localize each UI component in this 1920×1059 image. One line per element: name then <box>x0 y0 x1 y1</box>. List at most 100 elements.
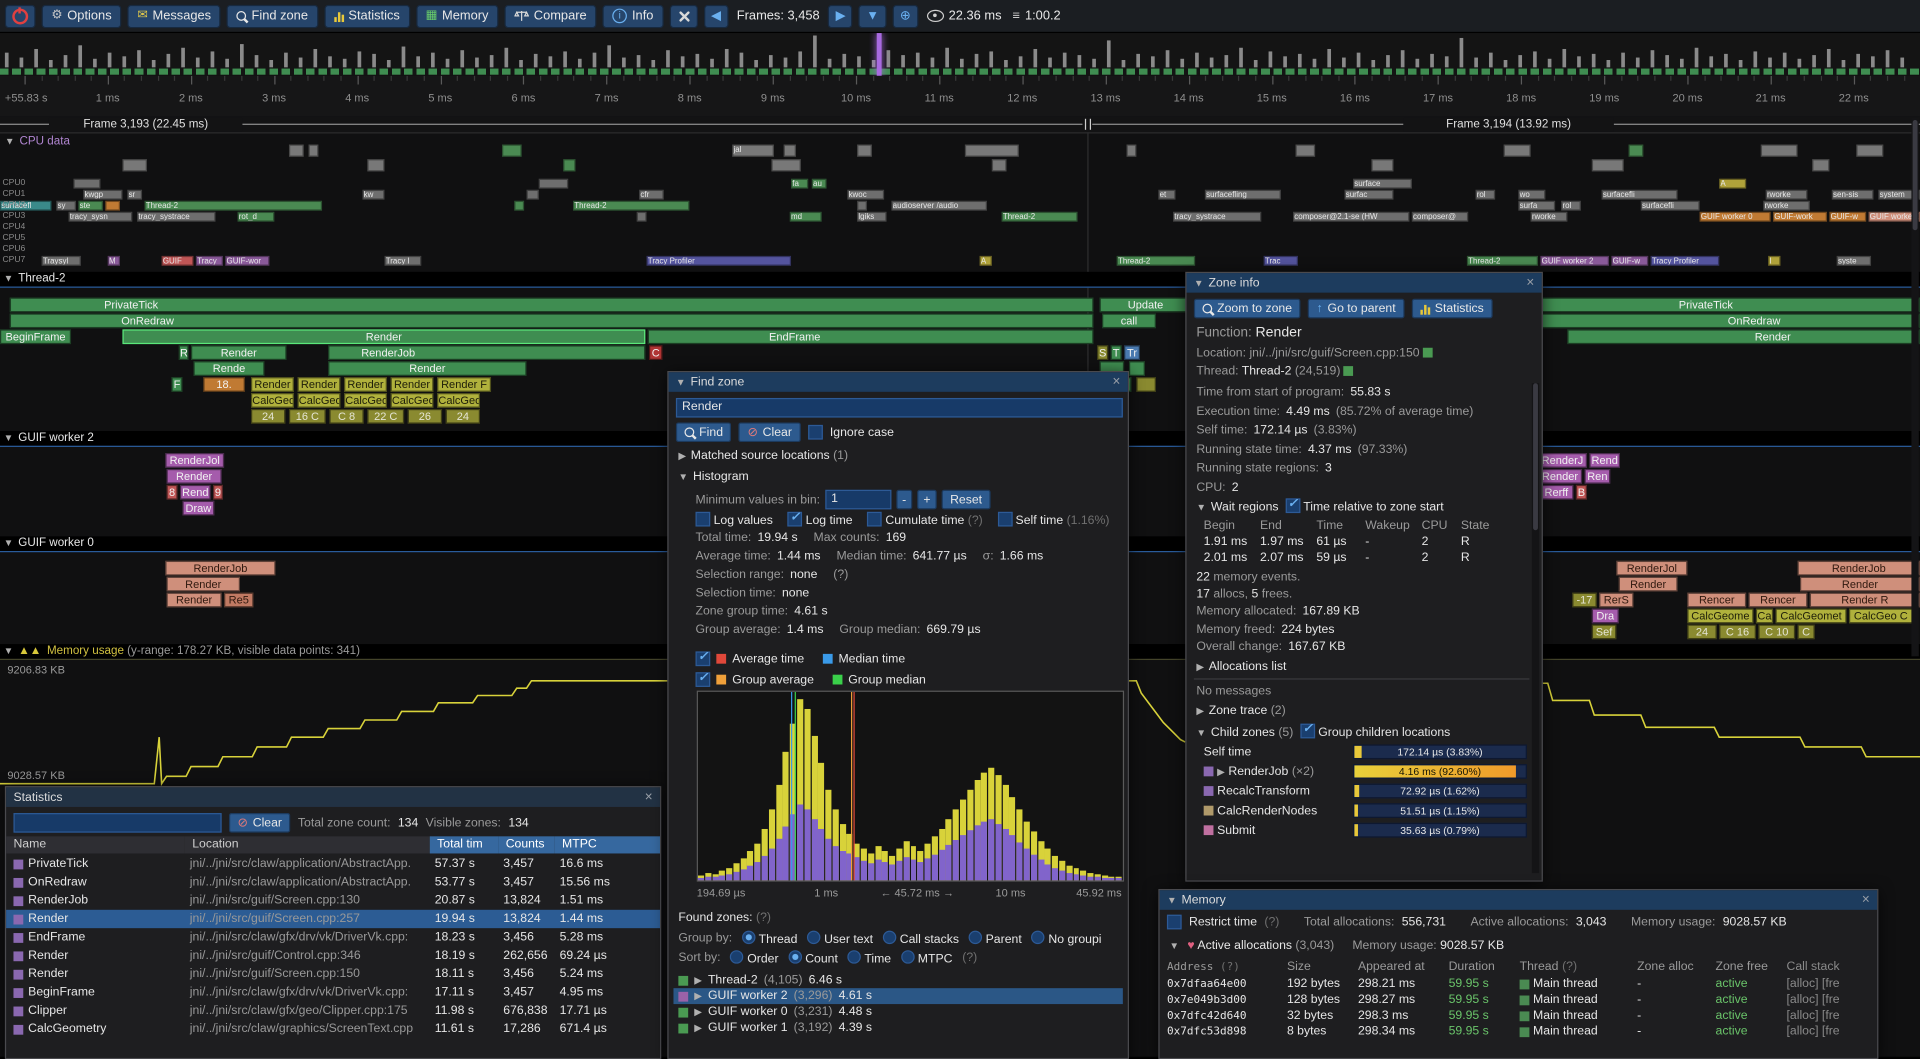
timeline-zone[interactable]: EndFrame <box>648 329 1094 344</box>
cpu-zone[interactable] <box>1592 159 1624 171</box>
timeline-zone[interactable]: call <box>1102 313 1156 328</box>
prev-frame-button[interactable]: ◀ <box>704 4 729 27</box>
cpu-zone[interactable]: et <box>1158 190 1175 200</box>
cpu-zone[interactable]: surfa <box>1518 201 1555 211</box>
cpu-zone[interactable]: GUIF worker 2 <box>1540 256 1609 266</box>
statistics-row[interactable]: RenderJob jni/../jni/src/guif/Screen.cpp… <box>6 891 660 909</box>
timeline-zone[interactable]: Tr <box>1124 345 1140 360</box>
child-zone-row[interactable]: CalcRenderNodes 51.51 µs (1.15%) <box>1204 801 1532 821</box>
zone-trace-section[interactable]: Zone trace (2) <box>1196 704 1285 717</box>
timeline-zone[interactable]: RenderJ <box>1538 453 1587 468</box>
timeline-zone[interactable]: Render <box>1567 329 1920 344</box>
cpu-zone[interactable]: A <box>980 256 992 266</box>
cpu-zone[interactable]: kwoc <box>847 190 884 200</box>
thread-header-thread2[interactable]: ▼Thread-2 <box>0 272 1920 288</box>
timeline-zone[interactable]: 24 <box>1687 624 1716 639</box>
cpu-zone[interactable]: tracy_sysn <box>69 212 133 222</box>
cpu-zone[interactable]: surfac <box>1344 190 1393 200</box>
timeline-zone[interactable]: C 8 <box>329 409 363 424</box>
histogram-section[interactable]: Histogram <box>678 470 748 483</box>
statistics-row[interactable]: Render jni/../jni/src/guif/Screen.cpp:15… <box>6 965 660 983</box>
restrict-time-checkbox[interactable] <box>1167 915 1182 930</box>
cpu-zone[interactable]: cfr <box>639 190 663 200</box>
allocations-list-section[interactable]: Allocations list <box>1196 660 1286 673</box>
find-button[interactable]: Find <box>676 422 732 442</box>
timeline-zone[interactable]: Rend <box>1589 453 1620 468</box>
statistics-row[interactable]: Render jni/../jni/src/guif/Control.cpp:3… <box>6 947 660 965</box>
timeline-zone[interactable]: RenderJob <box>328 345 645 360</box>
timeline-zone[interactable]: OnRedraw <box>1540 313 1920 328</box>
zone-info-titlebar[interactable]: Zone info <box>1187 273 1542 293</box>
timeline-zone[interactable]: T <box>1111 345 1122 360</box>
zone-group-row[interactable]: GUIF worker 0 (3,231) 4.48 s <box>673 1004 1122 1020</box>
statistics-row[interactable]: CalcGeometry jni/../jni/src/claw/graphic… <box>6 1020 660 1038</box>
timeline-zone[interactable]: CalcGeo C <box>1849 609 1913 624</box>
cpu-zone[interactable]: md <box>790 212 822 222</box>
min-bin-input[interactable]: 1 <box>825 490 891 510</box>
timeline-zone[interactable]: C 16 <box>1719 624 1756 639</box>
cpu-zone[interactable]: Traysyl <box>42 256 81 266</box>
clear-button[interactable]: ⊘Clear <box>739 422 801 442</box>
cpu-zone[interactable]: audioserver /audio <box>891 201 987 211</box>
group-by-option[interactable]: Parent <box>969 931 1022 947</box>
cpu-zone[interactable]: fa <box>791 179 808 189</box>
timeline-zone[interactable]: Render <box>344 377 387 392</box>
allocation-row[interactable]: 0x7dfc42d640 32 bytes 298.3 ms 59.95 s M… <box>1167 1008 1870 1024</box>
zone-info-scrollbar[interactable] <box>1532 383 1539 873</box>
cpu-zone[interactable] <box>1127 144 1137 156</box>
timeline-zone[interactable]: 18. <box>203 377 245 392</box>
goto-frame-button[interactable]: ⊕ <box>893 4 918 27</box>
cpu-zone[interactable]: rworke <box>1531 212 1568 222</box>
group-by-option[interactable]: Thread <box>742 931 797 947</box>
cpu-zone[interactable]: tracy_systrace <box>1173 212 1261 222</box>
cpu-zone[interactable]: A <box>1719 179 1746 189</box>
cpu-zone[interactable]: GUIF worker 0 <box>1700 212 1771 222</box>
cpu-zone[interactable] <box>527 190 539 200</box>
cpu-zone[interactable]: sr <box>127 190 142 200</box>
column-header[interactable]: Total tim <box>430 836 499 853</box>
cpu-zone[interactable]: sy <box>56 201 76 211</box>
timeline-zone[interactable]: Render <box>191 345 287 360</box>
cpu-zone[interactable]: M <box>108 256 120 266</box>
cpu-zone[interactable] <box>637 212 647 222</box>
timeline-zone[interactable]: 16 C <box>289 409 326 424</box>
child-zone-row[interactable]: Submit 35.63 µs (0.79%) <box>1204 820 1532 840</box>
compare-button[interactable]: Compare <box>504 4 596 27</box>
find-zone-search-input[interactable]: Render <box>676 398 1123 418</box>
allocation-row[interactable]: 0x7dfaa64e00 192 bytes 298.21 ms 59.95 s… <box>1167 976 1870 992</box>
cpu-zone[interactable] <box>514 201 524 211</box>
cpu-zone[interactable] <box>992 159 1007 171</box>
checkbox[interactable] <box>696 512 711 527</box>
timeline-zone[interactable]: F <box>171 377 182 392</box>
group-by-option[interactable]: Call stacks <box>883 931 959 947</box>
group-by-option[interactable]: No groupi <box>1032 931 1102 947</box>
timeline-zone[interactable]: Ca <box>1756 609 1773 624</box>
statistics-titlebar[interactable]: Statistics <box>6 787 660 807</box>
close-icon[interactable] <box>1526 277 1534 289</box>
cpu-zone[interactable]: rworke <box>1766 190 1808 200</box>
timeline-zone[interactable]: Render F <box>437 377 491 392</box>
allocation-row[interactable]: 0x7e049b3d00 128 bytes 298.27 ms 59.95 s… <box>1167 992 1870 1008</box>
cpu-zone[interactable]: sen-sis <box>1832 190 1874 200</box>
cpu-zone[interactable]: ste <box>78 201 102 211</box>
timeline-zone[interactable]: RenderJob <box>165 561 275 576</box>
timeline-zone[interactable]: CalcGeomet <box>1776 609 1847 624</box>
cpu-zone[interactable]: Tracy Profiler <box>647 256 791 266</box>
timeline-zone[interactable]: B <box>1576 485 1587 500</box>
cpu-zone[interactable] <box>289 144 304 156</box>
statistics-row[interactable]: Render jni/../jni/src/guif/Screen.cpp:25… <box>6 910 660 928</box>
power-button[interactable] <box>5 4 36 27</box>
timeline-zone[interactable]: Sef <box>1592 624 1616 639</box>
cpu-data-header[interactable]: CPU data <box>5 135 70 148</box>
cpu-zone[interactable]: Thread-2 <box>1002 212 1078 222</box>
ignore-case-checkbox[interactable] <box>808 425 823 440</box>
tools-button[interactable] <box>669 4 697 27</box>
timeline-zone[interactable]: Re5 <box>224 593 253 608</box>
cpu-zone[interactable]: Tracy <box>196 256 223 266</box>
timeline-zone[interactable]: Render <box>391 377 434 392</box>
timeline-zone[interactable]: Render <box>328 361 526 376</box>
cpu-zone[interactable] <box>857 201 867 211</box>
timeline-zone[interactable]: RerS <box>1599 593 1633 608</box>
statistics-button[interactable]: Statistics <box>324 4 410 27</box>
options-button[interactable]: ⚙Options <box>42 4 122 27</box>
